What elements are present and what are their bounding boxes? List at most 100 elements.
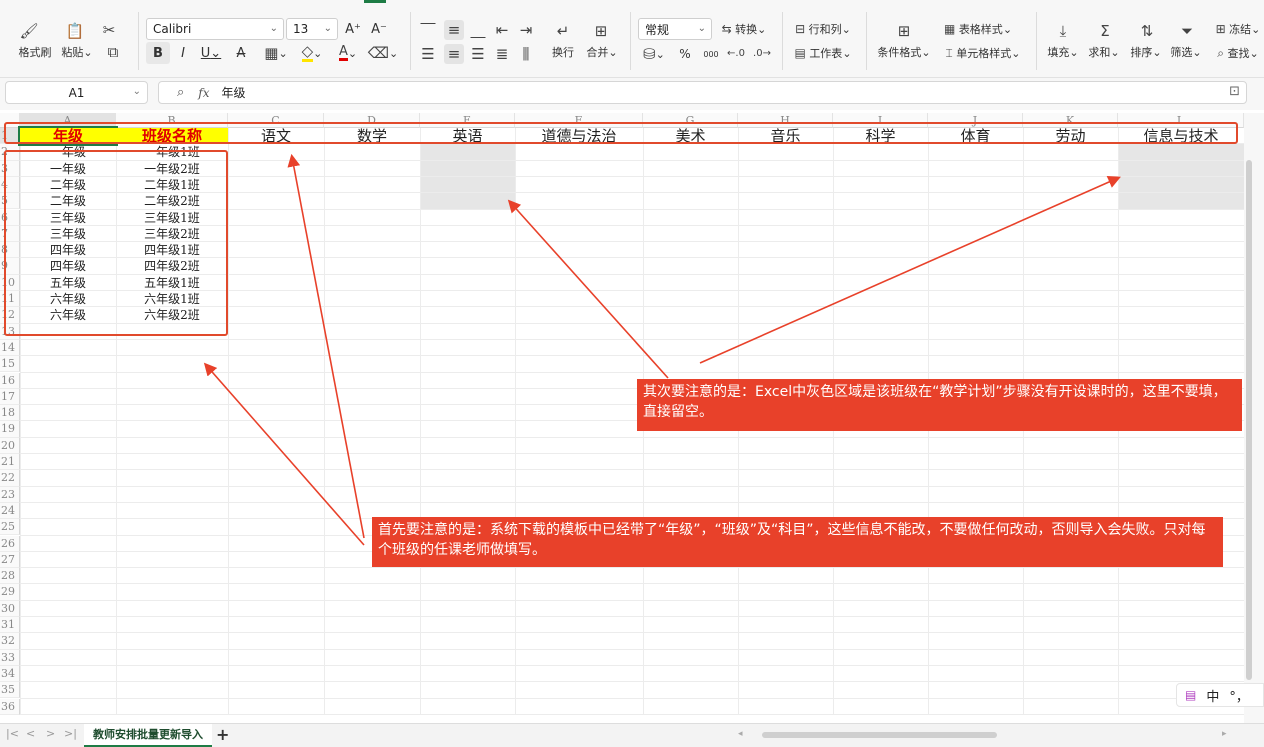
eraser-icon[interactable]: ⌫ ⌄ [368, 42, 398, 64]
paste-button[interactable]: 粘贴 ⌄ [58, 45, 96, 60]
decimal-increase-icon[interactable]: ←.0 [726, 44, 746, 64]
row-header[interactable]: 22 [0, 470, 20, 487]
indent-decrease-icon[interactable]: ⇤ [492, 20, 512, 40]
row-header[interactable]: 27 [0, 551, 20, 569]
fill-down-icon[interactable]: ⤓ [1052, 20, 1074, 42]
font-size-select[interactable]: 13 ⌄ [286, 18, 338, 40]
formula-input[interactable]: ⌕ fx 年级 ⊡ [158, 81, 1247, 104]
divider [866, 12, 867, 70]
font-color-icon[interactable]: A ⌄ [334, 42, 362, 64]
italic-button[interactable]: I [174, 42, 192, 64]
sum-icon[interactable]: Σ [1094, 20, 1116, 42]
ime-indicator[interactable]: ▤ 中 °， [1176, 683, 1264, 707]
align-middle-icon[interactable]: ≡ [444, 20, 464, 40]
horizontal-scroll-thumb[interactable] [762, 732, 997, 738]
indent-increase-icon[interactable]: ⇥ [516, 20, 536, 40]
row-header[interactable]: 24 [0, 502, 20, 520]
expand-formula-icon[interactable]: ⊡ [1229, 84, 1240, 99]
hscroll-right-icon[interactable]: ▸ [1222, 729, 1227, 739]
fill-color-icon[interactable]: ◇ ⌄ [298, 42, 326, 64]
name-box[interactable]: A1 ⌄ [5, 81, 148, 104]
first-sheet-icon[interactable]: |< [6, 727, 19, 740]
cut-icon[interactable]: ✂ [96, 18, 122, 42]
align-right-icon[interactable]: ☰ [468, 44, 488, 64]
find-button[interactable]: ⌕ 查找 ⌄ [1212, 43, 1264, 63]
zoom-icon[interactable]: ⌕ [177, 85, 184, 100]
sort-button[interactable]: 排序 ⌄ [1128, 45, 1164, 60]
convert-button[interactable]: ⇆ 转换 ⌄ [716, 19, 772, 39]
row-header[interactable]: 29 [0, 584, 20, 601]
add-sheet-button[interactable]: + [216, 725, 229, 744]
justify-icon[interactable]: ≣ [492, 44, 512, 64]
bold-button[interactable]: B [146, 42, 170, 64]
row-header[interactable]: 28 [0, 568, 20, 585]
row-header[interactable]: 23 [0, 486, 20, 503]
hscroll-left-icon[interactable]: ◂ [738, 729, 743, 739]
align-left-icon[interactable]: ☰ [418, 44, 438, 64]
filter-button[interactable]: 筛选 ⌄ [1168, 45, 1204, 60]
row-col-button[interactable]: ⊟ 行和列 ⌄ [790, 19, 856, 39]
percent-button[interactable]: % [676, 44, 694, 64]
cell-style-button[interactable]: ⌶ 单元格样式 ⌄ [938, 43, 1028, 63]
fx-icon[interactable]: fx [198, 86, 209, 100]
row-header[interactable]: 34 [0, 665, 20, 683]
row-header[interactable]: 26 [0, 535, 20, 552]
currency-icon[interactable]: ⛁ ⌄ [640, 44, 668, 64]
row-header[interactable]: 15 [0, 356, 20, 373]
sort-icon[interactable]: ⇅ [1136, 20, 1158, 42]
decimal-decrease-icon[interactable]: .0→ [752, 44, 772, 64]
freeze-button[interactable]: ⊞ 冻结 ⌄ [1212, 19, 1264, 39]
next-sheet-icon[interactable]: > [46, 727, 55, 740]
row-header[interactable]: 31 [0, 617, 20, 634]
border-icon[interactable]: ▦ ⌄ [262, 42, 290, 64]
vertical-scroll-thumb[interactable] [1246, 160, 1252, 680]
paste-icon[interactable]: 📋 [60, 18, 90, 44]
wrap-text-icon[interactable]: ↵ [550, 20, 576, 42]
sheet-tab-active[interactable]: 教师安排批量更新导入 [84, 724, 212, 747]
wrap-text-button[interactable]: 换行 [548, 45, 578, 59]
align-bottom-icon[interactable]: ⎽ [468, 20, 488, 40]
underline-label: U [200, 45, 211, 61]
merge-icon[interactable]: ⊞ [588, 20, 614, 42]
underline-button[interactable]: U ⌄ [198, 42, 224, 64]
filter-icon[interactable]: ⏷ [1176, 20, 1198, 42]
row-header[interactable]: 14 [0, 339, 20, 357]
prev-sheet-icon[interactable]: < [26, 727, 35, 740]
row-header[interactable]: 30 [0, 600, 20, 617]
row-header[interactable]: 32 [0, 633, 20, 650]
copy-icon[interactable]: ⧉ [98, 44, 128, 60]
align-top-icon[interactable]: ⎺ [418, 20, 438, 40]
last-sheet-icon[interactable]: >| [64, 727, 77, 740]
row-header[interactable]: 33 [0, 649, 20, 666]
row-header[interactable]: 16 [0, 372, 20, 389]
shrink-font-button[interactable]: A⁻ [370, 19, 388, 39]
format-painter-button[interactable]: 格式刷 [15, 45, 55, 59]
font-name-select[interactable]: Calibri ⌄ [146, 18, 284, 40]
grid-row-line [20, 338, 1244, 340]
row-header[interactable]: 35 [0, 682, 20, 699]
table-style-button[interactable]: ▦ 表格样式 ⌄ [938, 19, 1018, 39]
row-header[interactable]: 19 [0, 421, 20, 438]
formula-bar: A1 ⌄ ⌕ fx 年级 ⊡ [0, 78, 1264, 110]
align-center-icon[interactable]: ≡ [444, 44, 464, 64]
grid-row-line [20, 453, 1244, 454]
conditional-format-button[interactable]: 条件格式 ⌄ [874, 45, 934, 60]
strikethrough-button[interactable]: A [232, 42, 250, 64]
grid-row-line [20, 567, 1244, 569]
row-header[interactable]: 17 [0, 388, 20, 406]
row-header[interactable]: 36 [0, 698, 20, 715]
grow-font-button[interactable]: A⁺ [344, 19, 362, 39]
number-format-select[interactable]: 常规 ⌄ [638, 18, 712, 40]
conditional-format-icon[interactable]: ⊞ [890, 20, 918, 42]
row-header[interactable]: 21 [0, 454, 20, 471]
merge-button[interactable]: 合并 ⌄ [584, 45, 620, 60]
fill-button[interactable]: 填充 ⌄ [1045, 45, 1081, 60]
row-header[interactable]: 20 [0, 437, 20, 454]
row-header[interactable]: 18 [0, 405, 20, 422]
thousands-button[interactable]: 000 [700, 44, 722, 64]
distribute-icon[interactable]: ⫼ [516, 44, 536, 64]
sum-button[interactable]: 求和 ⌄ [1086, 45, 1122, 60]
format-painter-icon[interactable]: 🖌 [14, 18, 44, 44]
worksheet-button[interactable]: ▤ 工作表 ⌄ [790, 43, 856, 63]
row-header[interactable]: 25 [0, 519, 20, 536]
